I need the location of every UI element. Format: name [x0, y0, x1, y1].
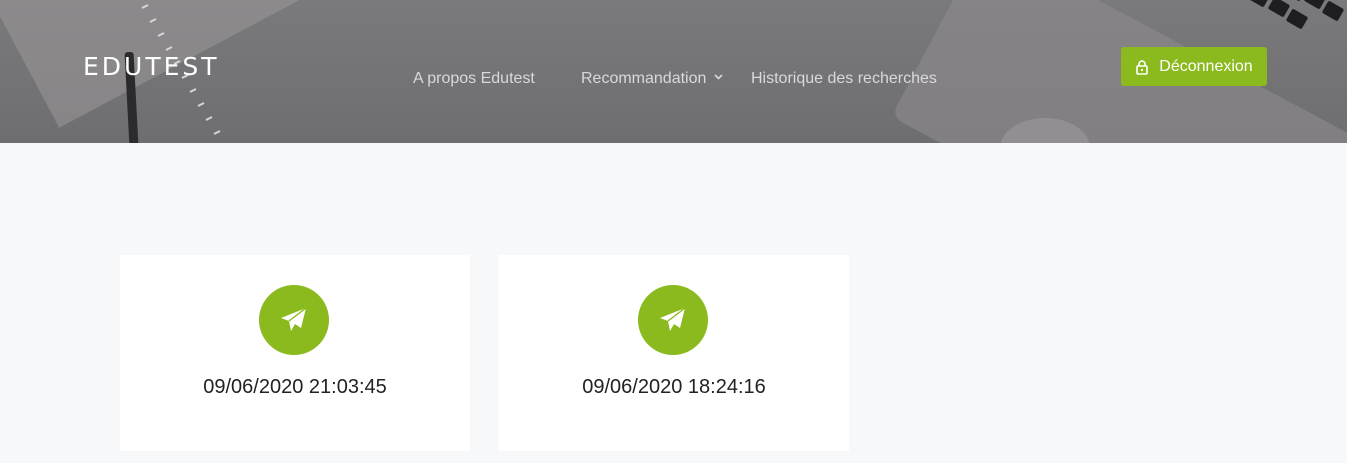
card-icon-circle	[259, 285, 329, 355]
keyboard-decoration	[1248, 0, 1344, 29]
nav-item-history[interactable]: Historique des recherches	[751, 70, 937, 88]
nav-item-about[interactable]: A propos Edutest	[413, 70, 535, 88]
nav-item-recommandation[interactable]: Recommandation	[581, 70, 723, 88]
site-header: EDUTEST A propos Edutest Recommandation …	[0, 0, 1347, 143]
nav-item-recommandation-label: Recommandation	[581, 70, 707, 87]
chevron-down-icon	[714, 72, 723, 83]
history-card[interactable]: 09/06/2020 21:03:45	[120, 255, 470, 451]
lock-icon	[1135, 59, 1149, 75]
search-datetime: 09/06/2020 18:24:16	[582, 376, 766, 398]
paper-plane-icon	[660, 307, 686, 331]
card-icon-circle	[638, 285, 708, 355]
paper-plane-icon	[281, 307, 307, 331]
history-card[interactable]: 09/06/2020 18:24:16	[499, 255, 849, 451]
logout-label: Déconnexion	[1159, 57, 1253, 75]
logout-button[interactable]: Déconnexion	[1121, 47, 1267, 86]
search-datetime: 09/06/2020 21:03:45	[203, 376, 387, 398]
